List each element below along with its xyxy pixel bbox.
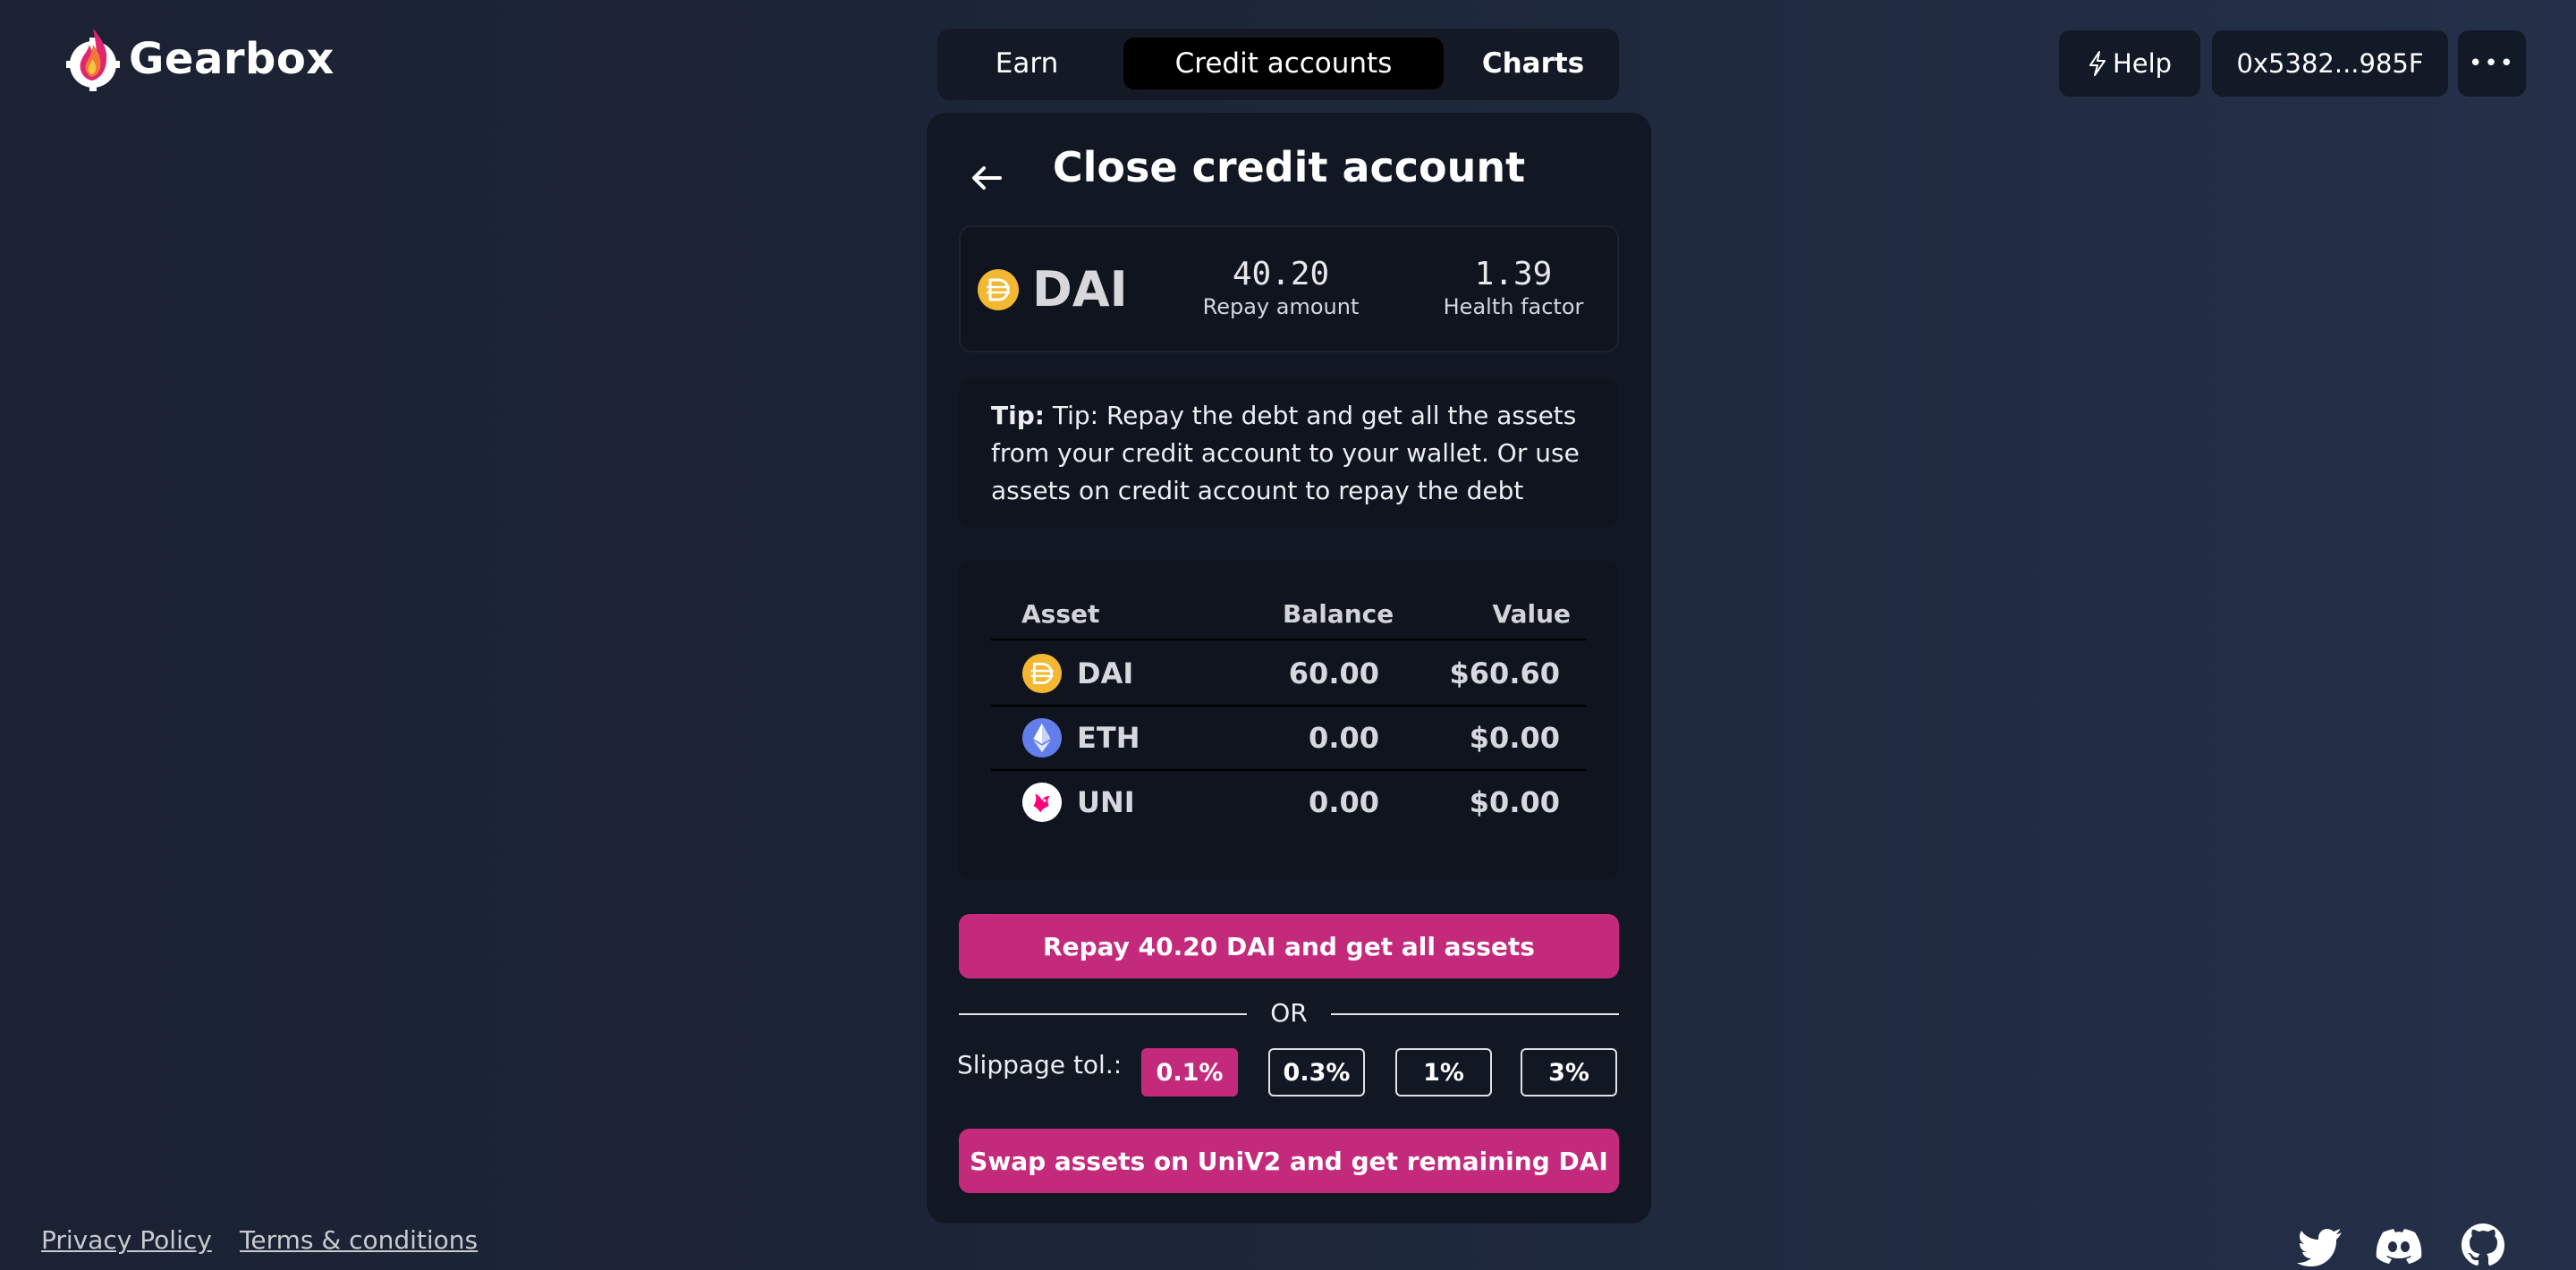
asset-symbol: DAI bbox=[1077, 656, 1134, 690]
wallet-address-button[interactable]: 0x5382...985F bbox=[2212, 30, 2448, 97]
main-nav: Earn Credit accounts Charts bbox=[937, 29, 1619, 100]
column-value: Value bbox=[1492, 599, 1571, 629]
asset-value: $0.00 bbox=[1469, 721, 1560, 755]
tip-text: Tip: Repay the debt and get all the asse… bbox=[991, 401, 1580, 505]
account-summary: DAI 40.20 Repay amount 1.39 Health facto… bbox=[959, 225, 1619, 352]
gearbox-flame-logo bbox=[66, 29, 120, 91]
slippage-option-0-3[interactable]: 0.3% bbox=[1268, 1048, 1365, 1096]
divider-line-right bbox=[1331, 1013, 1619, 1015]
lightning-icon bbox=[2089, 51, 2106, 76]
repay-and-get-assets-button[interactable]: Repay 40.20 DAI and get all assets bbox=[959, 914, 1619, 978]
discord-icon[interactable] bbox=[2374, 1220, 2424, 1270]
table-row: DAI 60.00 $60.60 bbox=[991, 642, 1587, 707]
asset-symbol: ETH bbox=[1077, 721, 1140, 755]
account-asset-symbol: DAI bbox=[1032, 261, 1128, 318]
uni-icon bbox=[1021, 782, 1063, 823]
help-button[interactable]: Help bbox=[2059, 30, 2200, 97]
assets-table-header: Asset Balance Value bbox=[991, 599, 1587, 640]
asset-value: $0.00 bbox=[1469, 785, 1560, 819]
page-title: Close credit account bbox=[1052, 143, 1526, 191]
tab-credit-accounts[interactable]: Credit accounts bbox=[1123, 38, 1444, 89]
table-row: ETH 0.00 $0.00 bbox=[991, 707, 1587, 771]
close-credit-account-panel: Close credit account DAI 40.20 Repay amo… bbox=[927, 113, 1651, 1223]
brand-logo[interactable]: Gearbox bbox=[64, 25, 335, 93]
slippage-option-0-1[interactable]: 0.1% bbox=[1141, 1048, 1238, 1096]
asset-value: $60.60 bbox=[1449, 656, 1560, 690]
tip-prefix: Tip: bbox=[991, 401, 1045, 430]
terms-conditions-link[interactable]: Terms & conditions bbox=[240, 1225, 478, 1255]
swap-assets-button[interactable]: Swap assets on UniV2 and get remaining D… bbox=[959, 1129, 1619, 1193]
asset-balance: 60.00 bbox=[1288, 656, 1379, 690]
brand-name: Gearbox bbox=[129, 34, 335, 84]
asset-symbol: UNI bbox=[1077, 785, 1135, 819]
twitter-icon[interactable] bbox=[2297, 1220, 2347, 1270]
or-divider: OR bbox=[959, 998, 1619, 1030]
privacy-policy-link[interactable]: Privacy Policy bbox=[41, 1225, 212, 1255]
dai-icon bbox=[1021, 653, 1063, 694]
health-factor-value: 1.39 bbox=[1474, 256, 1553, 292]
tip-box: Tip: Tip: Repay the debt and get all the… bbox=[959, 379, 1619, 528]
slippage-label: Slippage tol.: bbox=[957, 1050, 1123, 1080]
repay-amount-value: 40.20 bbox=[1232, 256, 1330, 292]
column-asset: Asset bbox=[1021, 599, 1100, 629]
eth-icon bbox=[1021, 717, 1063, 758]
repay-amount-stat: 40.20 Repay amount bbox=[1174, 256, 1388, 319]
slippage-option-1[interactable]: 1% bbox=[1395, 1048, 1492, 1096]
tab-earn[interactable]: Earn bbox=[973, 38, 1080, 89]
table-row: UNI 0.00 $0.00 bbox=[991, 771, 1587, 835]
slippage-option-3[interactable]: 3% bbox=[1521, 1048, 1617, 1096]
asset-balance: 0.00 bbox=[1309, 785, 1379, 819]
more-icon: ••• bbox=[2468, 50, 2515, 77]
github-icon[interactable] bbox=[2458, 1220, 2508, 1270]
dai-icon bbox=[978, 269, 1019, 310]
asset-balance: 0.00 bbox=[1309, 721, 1379, 755]
repay-amount-label: Repay amount bbox=[1202, 294, 1360, 319]
tab-charts[interactable]: Charts bbox=[1453, 38, 1614, 89]
help-label: Help bbox=[2112, 48, 2173, 79]
assets-table: Asset Balance Value DAI 60.00 $60.60 ETH bbox=[959, 560, 1619, 880]
health-factor-stat: 1.39 Health factor bbox=[1406, 256, 1621, 319]
column-balance: Balance bbox=[1283, 599, 1394, 629]
health-factor-label: Health factor bbox=[1443, 294, 1584, 319]
more-menu-button[interactable]: ••• bbox=[2458, 30, 2526, 97]
